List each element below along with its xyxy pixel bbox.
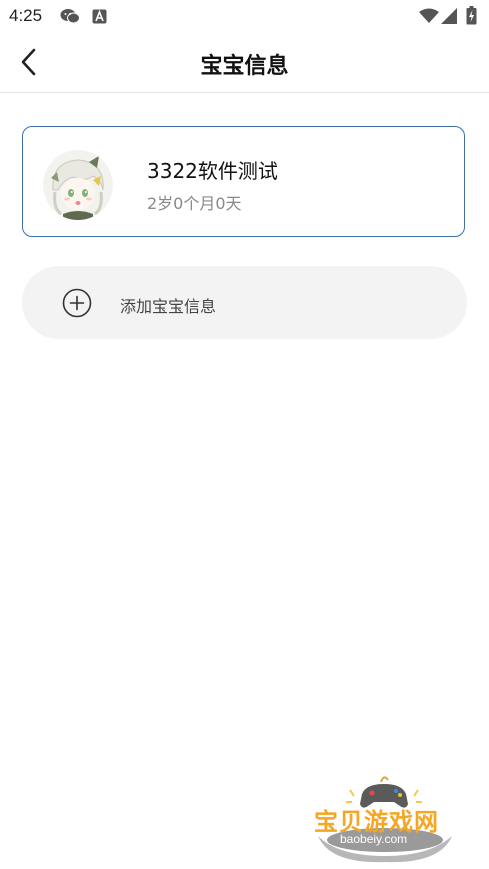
add-baby-label: 添加宝宝信息 <box>120 297 217 316</box>
add-baby-button[interactable]: 添加宝宝信息 <box>22 266 467 339</box>
baby-card[interactable]: 3322软件测试 2岁0个月0天 <box>22 126 465 237</box>
plus-circle-icon <box>62 288 92 318</box>
wechat-icon <box>60 9 80 24</box>
watermark-logo: 宝贝游戏网 baobeiy.com <box>310 772 460 864</box>
battery-icon <box>466 6 477 25</box>
watermark-subtitle: baobeiy.com <box>340 832 408 846</box>
app-notification-icon <box>92 9 107 24</box>
baby-age: 2岁0个月0天 <box>147 194 242 213</box>
avatar <box>43 150 113 220</box>
status-bar: 4:25 <box>0 0 489 32</box>
wifi-icon <box>419 8 439 23</box>
baby-name: 3322软件测试 <box>147 159 278 183</box>
signal-icon <box>441 8 457 24</box>
page-title: 宝宝信息 <box>200 54 289 79</box>
avatar-image <box>43 150 113 220</box>
header: 宝宝信息 <box>0 32 489 93</box>
status-time: 4:25 <box>9 6 43 25</box>
